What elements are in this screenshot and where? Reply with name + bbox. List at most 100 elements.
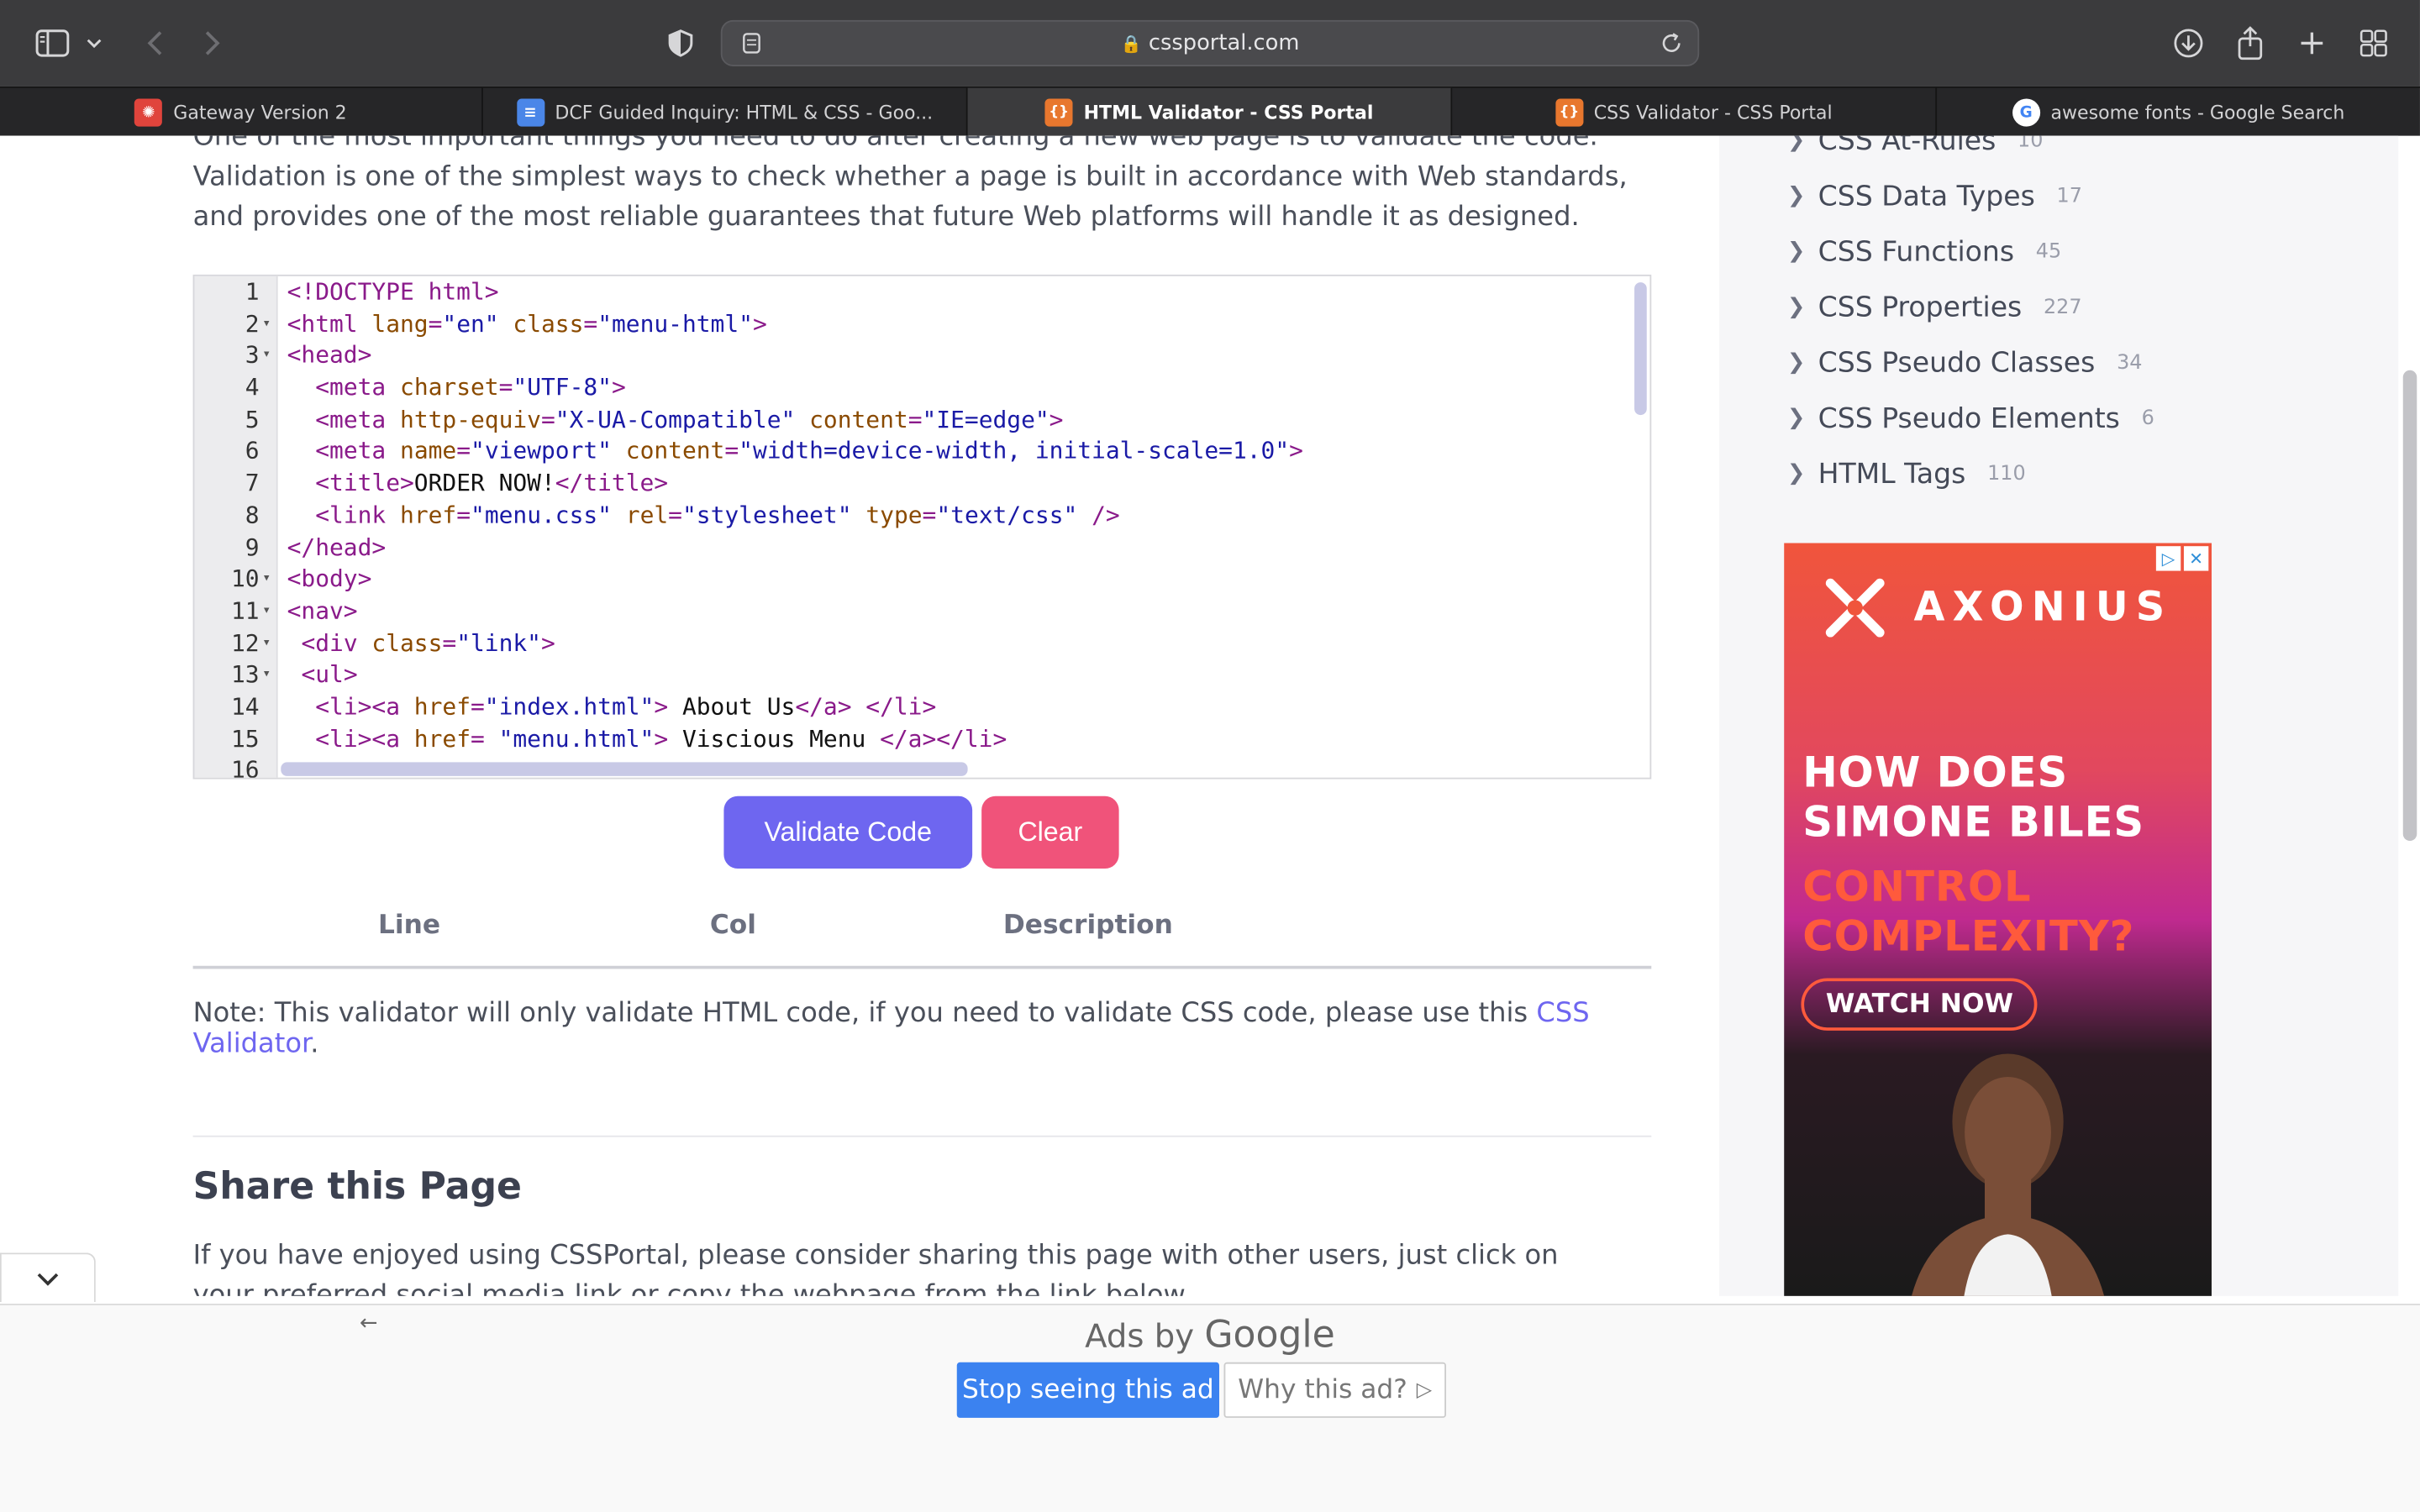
- code-token: <nav>: [287, 596, 358, 625]
- validate-code-button[interactable]: Validate Code: [723, 795, 973, 869]
- gateway-favicon-icon: ✺: [134, 98, 163, 127]
- tab-overview-icon[interactable]: [2352, 22, 2395, 65]
- code-token: =: [428, 309, 443, 338]
- tab-html-validator[interactable]: {} HTML Validator - CSS Portal: [967, 87, 1453, 138]
- ad-watch-now-button[interactable]: WATCH NOW: [1801, 978, 2039, 1031]
- code-token: class: [513, 309, 584, 338]
- line-number: 1: [245, 277, 260, 306]
- chevron-right-icon: ❯: [1786, 183, 1806, 208]
- code-text: <link href="menu.css" rel="stylesheet" t…: [287, 500, 1119, 532]
- code-lines[interactable]: 1 <!DOCTYPE html> 2 ▾ <html lang="en" class=…: [194, 276, 1649, 778]
- fold-arrow-icon[interactable]: ▾: [262, 659, 271, 691]
- ad-headline-1: HOW DOES: [1802, 749, 2069, 798]
- code-token: <head>: [287, 341, 372, 370]
- code-line[interactable]: 12 ▾ <div class="link">: [194, 627, 1649, 659]
- tab-gateway[interactable]: ✺ Gateway Version 2: [0, 87, 483, 138]
- tab-css-validator[interactable]: {} CSS Validator - CSS Portal: [1452, 87, 1938, 138]
- editor-vertical-scrollbar[interactable]: [1634, 282, 1647, 416]
- code-token: http-equiv: [400, 405, 541, 433]
- fold-arrow-icon[interactable]: ▾: [262, 340, 271, 372]
- results-table-divider: [192, 965, 1652, 969]
- code-line[interactable]: 5 <meta http-equiv="X-UA-Compatible" con…: [194, 404, 1649, 436]
- forward-icon[interactable]: [192, 22, 234, 65]
- sidebar-item-css-pseudo-classes[interactable]: ❯ CSS Pseudo Classes 34: [1787, 343, 2143, 383]
- back-icon[interactable]: [133, 22, 176, 65]
- why-this-ad-button[interactable]: Why this ad? ▷: [1223, 1362, 1446, 1418]
- code-token: =: [922, 501, 937, 529]
- sidebar-item-html-tags[interactable]: ❯ HTML Tags 110: [1787, 454, 2026, 494]
- code-token: >: [752, 309, 767, 338]
- code-token: >: [540, 628, 555, 657]
- page-scrollbar[interactable]: [2402, 370, 2417, 842]
- chevron-right-icon: ❯: [1786, 239, 1806, 265]
- downloads-icon[interactable]: [2167, 22, 2210, 65]
- code-line[interactable]: 7 <title>ORDER NOW!</title>: [194, 468, 1649, 500]
- address-bar[interactable]: 🔒 cssportal.com: [720, 19, 1700, 66]
- collapse-ad-button[interactable]: [0, 1252, 96, 1303]
- code-line[interactable]: 8 <link href="menu.css" rel="stylesheet"…: [194, 500, 1649, 532]
- code-token: content: [809, 405, 908, 433]
- share-paragraph: If you have enjoyed using CSSPortal, ple…: [192, 1240, 1559, 1296]
- code-text: <div class="link">: [287, 627, 555, 659]
- code-line[interactable]: 2 ▾ <html lang="en" class="menu-html">: [194, 308, 1649, 340]
- line-number: 10: [230, 564, 260, 593]
- privacy-shield-icon[interactable]: [659, 22, 702, 65]
- editor-horizontal-scrollbar[interactable]: [281, 762, 968, 776]
- code-line[interactable]: 11 ▾ <nav>: [194, 596, 1649, 627]
- chevron-down-icon[interactable]: [77, 22, 111, 65]
- code-token: type: [865, 501, 923, 529]
- code-line[interactable]: 3 ▾ <head>: [194, 340, 1649, 372]
- fold-arrow-icon[interactable]: ▾: [262, 308, 271, 340]
- reload-icon[interactable]: [1651, 24, 1691, 64]
- tab-dcf-doc[interactable]: ≡ DCF Guided Inquiry: HTML & CSS - Goo..…: [483, 87, 968, 138]
- share-icon[interactable]: [2228, 22, 2271, 65]
- code-line[interactable]: 13 ▾ <ul>: [194, 659, 1649, 691]
- fold-arrow-icon[interactable]: ▾: [262, 564, 271, 596]
- chevron-right-icon: ❯: [1786, 349, 1806, 375]
- code-line[interactable]: 4 <meta charset="UTF-8">: [194, 372, 1649, 404]
- code-editor[interactable]: 1 <!DOCTYPE html> 2 ▾ <html lang="en" class=…: [192, 274, 1652, 780]
- code-token: >: [654, 724, 669, 753]
- code-text: <title>ORDER NOW!</title>: [287, 468, 668, 500]
- code-token: <!DOCTYPE html>: [287, 277, 499, 306]
- code-token: =: [498, 373, 513, 402]
- code-token: >: [654, 692, 669, 721]
- tab-google-search[interactable]: G awesome fonts - Google Search: [1937, 88, 2420, 138]
- share-heading: Share this Page: [192, 1164, 522, 1209]
- code-text: <nav>: [287, 596, 358, 627]
- display-ad[interactable]: ▷ ✕ AXONIUS HOW DOES SIMONE BILES CONTRO…: [1784, 543, 2212, 1296]
- code-token: <link: [315, 501, 401, 529]
- line-number: 4: [245, 373, 260, 402]
- stop-seeing-ad-button[interactable]: Stop seeing this ad: [956, 1362, 1219, 1418]
- fold-arrow-icon[interactable]: ▾: [262, 627, 271, 659]
- code-text: <!DOCTYPE html>: [287, 276, 499, 308]
- code-token: "index.html": [484, 692, 655, 721]
- adchoices-icon[interactable]: ▷: [2155, 546, 2181, 571]
- sidebar-item-css-functions[interactable]: ❯ CSS Functions 45: [1787, 232, 2061, 272]
- chevron-right-icon: ❯: [1786, 461, 1806, 486]
- code-line[interactable]: 10 ▾ <body>: [194, 564, 1649, 596]
- sidebar-item-css-at-rules[interactable]: ❯ CSS At-Rules 10: [1787, 136, 2044, 160]
- code-token: =: [540, 405, 555, 433]
- code-line[interactable]: 6 <meta name="viewport" content="width=d…: [194, 436, 1649, 468]
- code-line[interactable]: 15 <li><a href= "menu.html"> Viscious Me…: [194, 723, 1649, 755]
- clear-button[interactable]: Clear: [981, 795, 1119, 869]
- sidebar-item-css-data-types[interactable]: ❯ CSS Data Types 17: [1787, 176, 2082, 216]
- sidebar-item-css-pseudo-elements[interactable]: ❯ CSS Pseudo Elements 6: [1787, 398, 2154, 438]
- code-line[interactable]: 9 </head>: [194, 532, 1649, 564]
- code-line[interactable]: 14 <li><a href="index.html"> About Us</a…: [194, 691, 1649, 723]
- code-token: "link": [456, 628, 541, 657]
- validator-note: Note: This validator will only validate …: [192, 998, 1590, 1060]
- column-header-description: Description: [1002, 910, 1173, 942]
- new-tab-icon[interactable]: [2291, 22, 2333, 65]
- close-ad-icon[interactable]: ✕: [2183, 546, 2209, 571]
- line-number: 12: [230, 628, 260, 657]
- code-token: content: [625, 437, 725, 465]
- sidebar-item-css-properties[interactable]: ❯ CSS Properties 227: [1787, 287, 2082, 328]
- code-line[interactable]: 1 <!DOCTYPE html>: [194, 276, 1649, 308]
- sidebar-toggle-icon[interactable]: [31, 22, 74, 65]
- fold-arrow-icon[interactable]: ▾: [262, 596, 271, 627]
